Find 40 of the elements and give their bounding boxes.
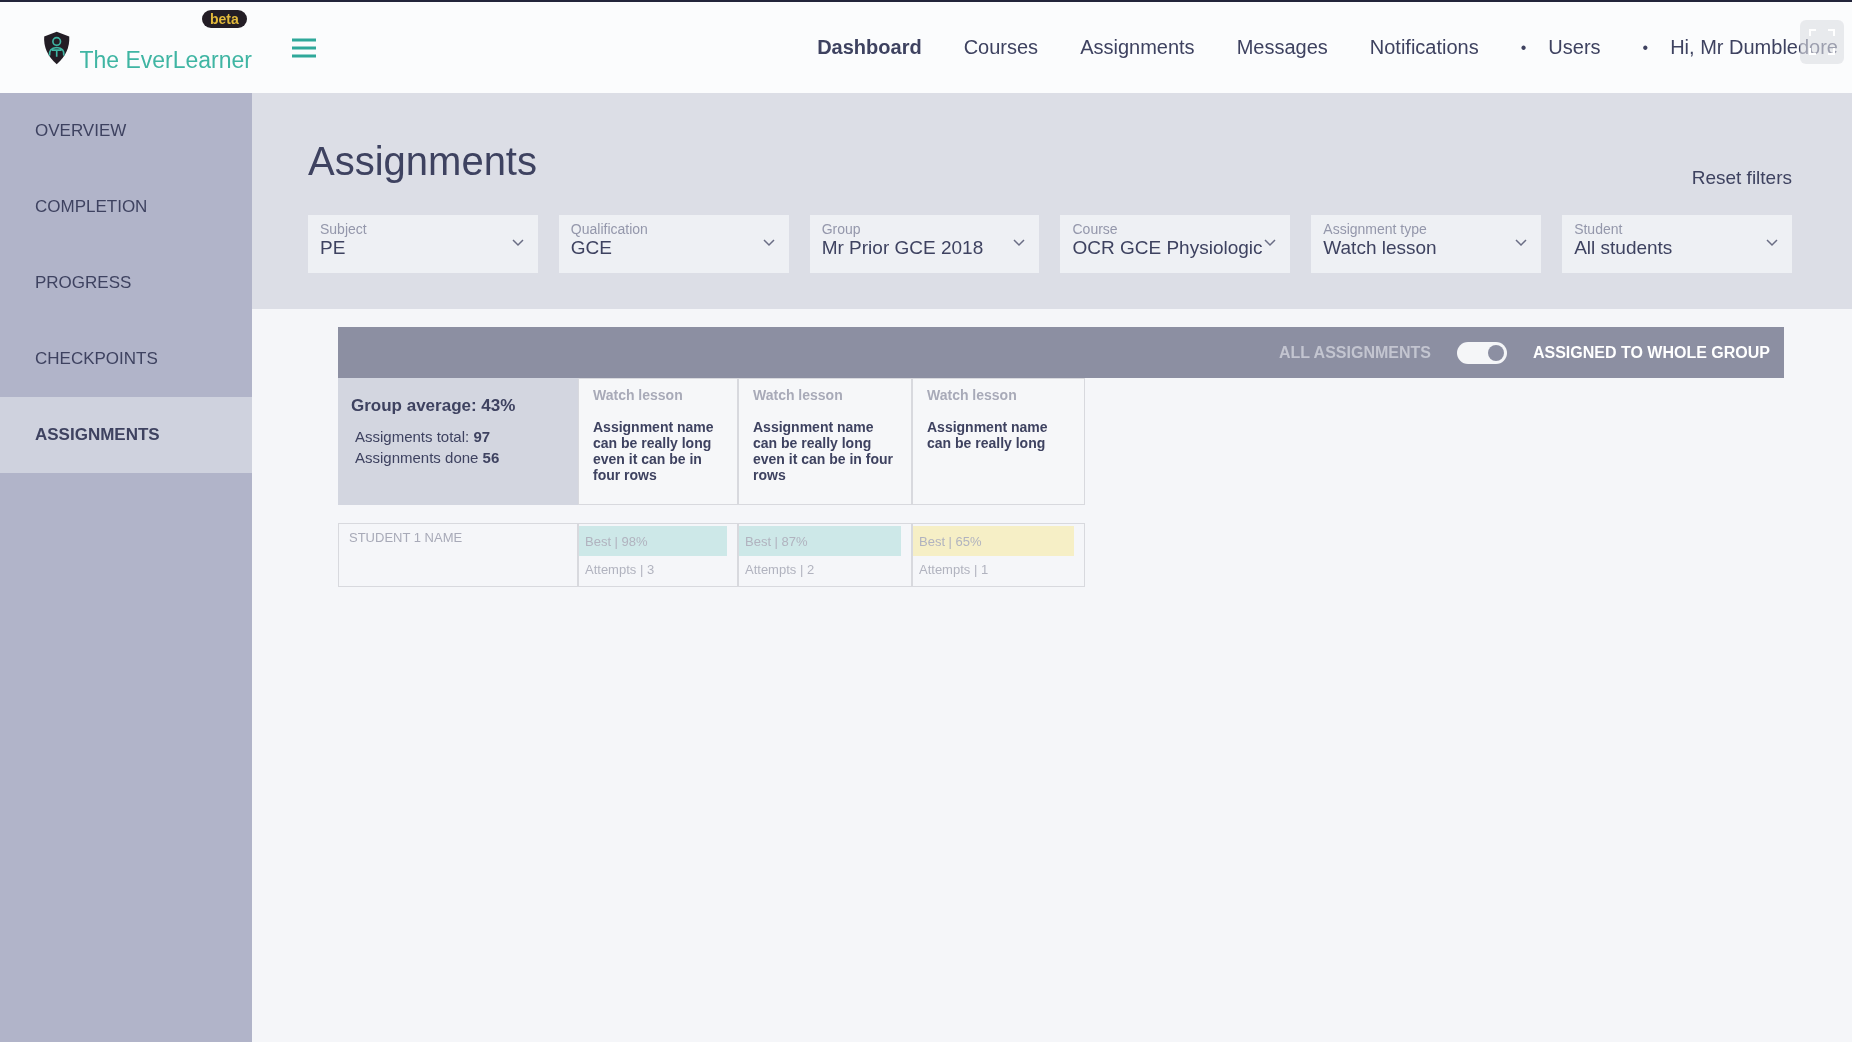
nav-link[interactable]: Notifications <box>1369 36 1479 59</box>
chevron-down-icon <box>511 239 524 247</box>
filter-dropdown[interactable]: Subject PE <box>308 215 538 273</box>
chevron-down-icon <box>1013 239 1026 247</box>
filter-dropdown[interactable]: Course OCR GCE Physiologic <box>1060 215 1291 273</box>
sidebar-item[interactable]: CHECKPOINTS <box>0 321 252 397</box>
chevron-down-icon <box>762 239 775 247</box>
filter-dropdown[interactable]: Qualification GCE <box>558 215 789 273</box>
chevron-down-icon <box>1264 239 1277 247</box>
chevron-down-icon <box>1515 239 1528 247</box>
sidebar-item[interactable]: ASSIGNMENTS <box>0 397 252 473</box>
assignment-column-header[interactable]: Watch lesson Assignment name can be really long <box>912 378 1085 505</box>
nav-link[interactable]: Dashboard <box>817 36 922 59</box>
filter-dropdown[interactable]: Group Mr Prior GCE 2018 <box>809 215 1040 273</box>
nav-link[interactable]: Assignments <box>1080 36 1195 59</box>
toggle-label: ASSIGNED TO WHOLE GROUP <box>1532 343 1770 362</box>
assignment-column-header[interactable]: Watch lesson Assignment name can be really long even it can be in four rows <box>738 378 912 505</box>
nav-link[interactable]: Hi, Mr Dumbledore <box>1670 36 1838 59</box>
sidebar-item[interactable]: OVERVIEW <box>0 93 252 169</box>
nav-link[interactable]: Users <box>1548 36 1601 59</box>
group-average: Group average: 43% <box>351 396 517 416</box>
score-cell: Best | 65% Attempts | 1 <box>912 523 1085 587</box>
assignment-column-header[interactable]: Watch lesson Assignment name can be really long even it can be in four rows <box>578 378 738 505</box>
nav-link[interactable]: Messages <box>1236 36 1328 59</box>
sidebar-item[interactable]: PROGRESS <box>0 245 252 321</box>
page-title: Assignments <box>308 139 537 184</box>
student-name-cell: STUDENT 1 NAME <box>338 523 578 587</box>
separator-dot: • <box>1642 38 1649 57</box>
filter-dropdown[interactable]: Assignment type Watch lesson <box>1311 215 1542 273</box>
menu-icon[interactable] <box>292 37 316 58</box>
beta-badge: beta <box>202 9 247 28</box>
sidebar-item[interactable]: COMPLETION <box>0 169 252 245</box>
toggle-switch[interactable] <box>1456 341 1507 364</box>
filter-dropdown[interactable]: Student All students <box>1562 215 1792 273</box>
chevron-down-icon <box>1765 239 1778 247</box>
assignments-total: Assigments total: 97 <box>355 427 492 447</box>
nav-link[interactable]: Courses <box>963 36 1039 59</box>
assignments-done: Assignments done 56 <box>355 448 501 468</box>
separator-dot: • <box>1520 38 1527 57</box>
reset-filters-link[interactable]: Reset filters <box>1691 167 1792 189</box>
